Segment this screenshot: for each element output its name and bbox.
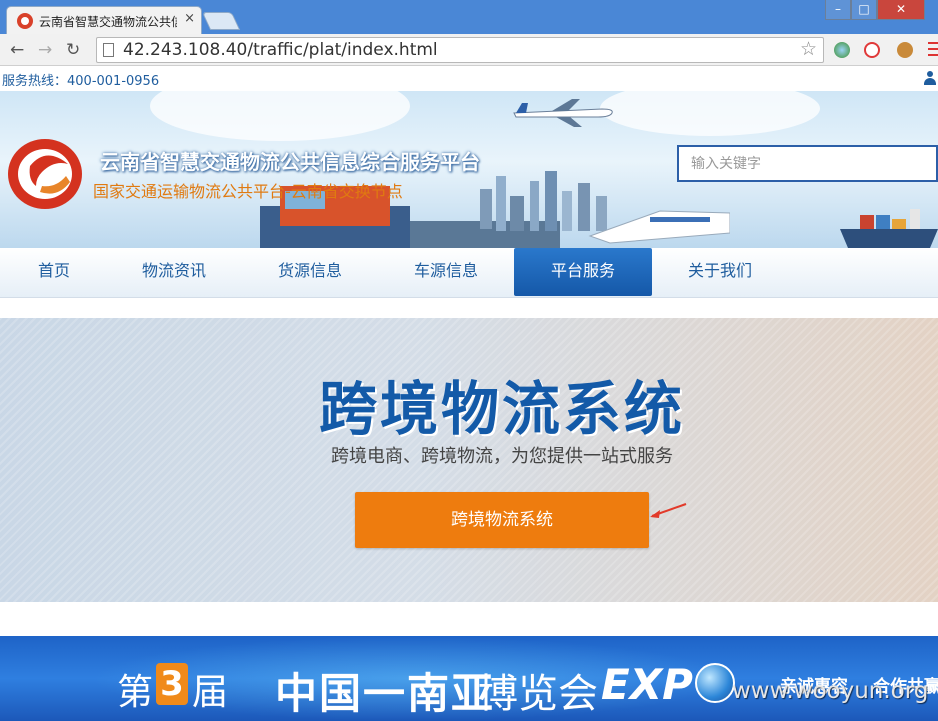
- browser-tab[interactable]: 云南省智慧交通物流公共信 ×: [6, 6, 202, 34]
- expo-edition-number: 3: [156, 663, 188, 705]
- browser-toolbar: ← → ↻ 42.243.108.40/traffic/plat/index.h…: [0, 34, 938, 66]
- address-bar[interactable]: 42.243.108.40/traffic/plat/index.html ☆: [96, 37, 824, 63]
- browser-tabstrip: 云南省智慧交通物流公共信 × – □ ✕: [0, 0, 938, 34]
- tab-title: 云南省智慧交通物流公共信: [39, 15, 177, 29]
- red-arrow-annotation-icon: [650, 503, 687, 518]
- header-banner: 云南省智慧交通物流公共信息综合服务平台 国家交通运输物流公共平台-云南省交换节点: [0, 91, 938, 248]
- search-box[interactable]: [677, 145, 938, 182]
- expo-globe-icon: [695, 663, 735, 703]
- nav-item-logistics-news[interactable]: 物流资讯: [105, 248, 243, 296]
- tab-close-icon[interactable]: ×: [184, 11, 195, 26]
- window-close-button[interactable]: ✕: [877, 0, 925, 20]
- window-minimize-button[interactable]: –: [825, 0, 851, 20]
- window-maximize-button[interactable]: □: [851, 0, 877, 20]
- hero-banner: 跨境物流系统 跨境电商、跨境物流，为您提供一站式服务 跨境物流系统: [0, 318, 938, 602]
- site-title: 云南省智慧交通物流公共信息综合服务平台: [100, 150, 480, 174]
- hero-title: 跨境物流系统: [318, 375, 685, 443]
- site-favicon-icon: [17, 13, 33, 29]
- watermark: www.wooyun.org: [732, 678, 929, 704]
- new-tab-button[interactable]: [201, 12, 241, 30]
- expo-edition-prefix: 第: [117, 672, 154, 713]
- bookmark-star-icon[interactable]: ☆: [800, 38, 817, 60]
- extension-cookie-icon[interactable]: [897, 42, 913, 58]
- site-logo: [8, 139, 82, 209]
- nav-item-cargo-info[interactable]: 货源信息: [241, 248, 379, 296]
- nav-item-about-us[interactable]: 关于我们: [651, 248, 789, 296]
- site-subtitle: 国家交通运输物流公共平台-云南省交换节点: [93, 182, 403, 201]
- main-nav: 首页 物流资讯 货源信息 车源信息 平台服务 关于我们: [0, 248, 938, 298]
- page-icon: [103, 43, 114, 57]
- cross-border-logistics-button[interactable]: 跨境物流系统: [355, 492, 649, 548]
- banner-cloud: [600, 91, 820, 136]
- browser-menu-icon[interactable]: [928, 42, 938, 56]
- service-hotline: 服务热线：400-001-0956: [2, 74, 160, 89]
- user-icon[interactable]: [924, 71, 936, 85]
- expo-title: 中国一南亚: [275, 669, 496, 718]
- extension-globe-icon[interactable]: [834, 42, 850, 58]
- reload-icon[interactable]: ↻: [66, 40, 80, 60]
- url-text[interactable]: 42.243.108.40/traffic/plat/index.html: [123, 40, 438, 60]
- back-arrow-icon[interactable]: ←: [10, 40, 24, 60]
- nav-item-platform-services[interactable]: 平台服务: [514, 248, 652, 296]
- banner-cloud: [150, 91, 410, 141]
- extension-rings-icon[interactable]: [864, 42, 880, 58]
- search-input[interactable]: [679, 147, 936, 180]
- site-topbar: 服务热线：400-001-0956: [0, 67, 938, 91]
- hero-subtitle: 跨境电商、跨境物流，为您提供一站式服务: [331, 446, 673, 467]
- expo-edition-suffix: 届: [192, 672, 229, 713]
- airplane-icon: [513, 99, 613, 127]
- forward-arrow-icon[interactable]: →: [38, 40, 52, 60]
- cargo-ship-illustration: [840, 209, 938, 248]
- expo-title-light: 博览会: [478, 671, 598, 717]
- expo-title-english: EXP: [601, 660, 693, 709]
- nav-item-vehicle-info[interactable]: 车源信息: [377, 248, 515, 296]
